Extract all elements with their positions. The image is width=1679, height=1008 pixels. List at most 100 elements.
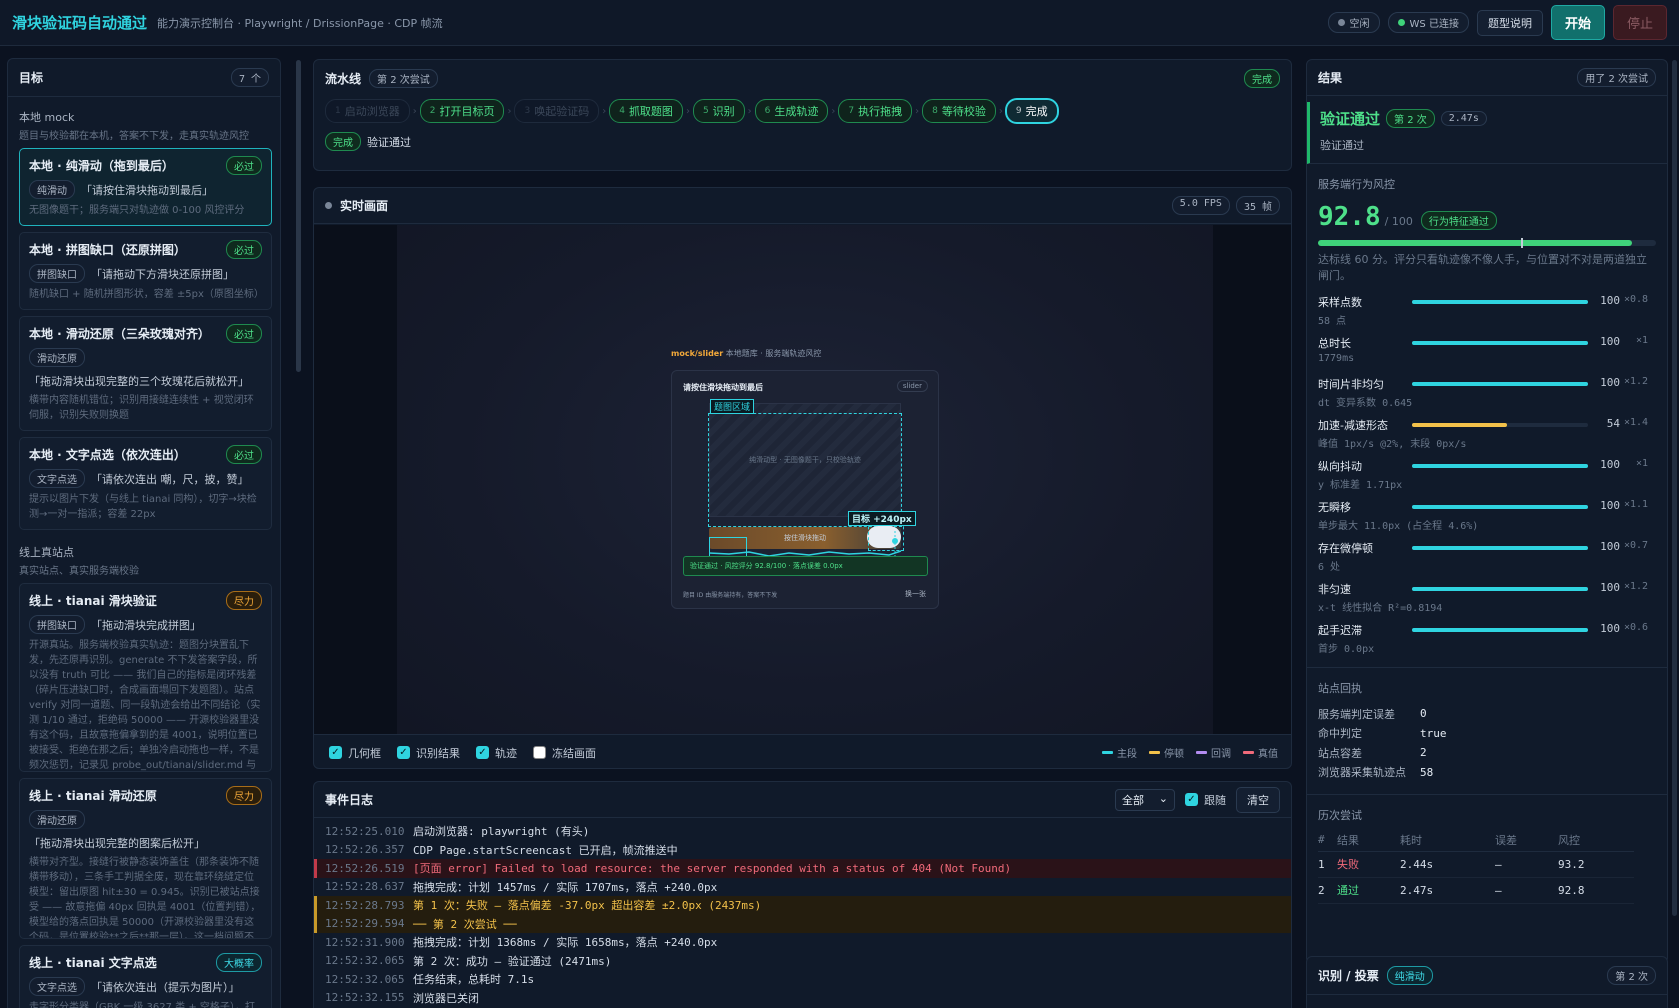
step-number: 5 [702, 106, 709, 116]
targets-count-badge: 7 个 [230, 68, 269, 87]
log-message: 拖拽完成：计划 1368ms / 实际 1658ms，落点 +240.0px [413, 936, 718, 950]
region-label: 题图区域 [710, 399, 755, 414]
log-filter-select[interactable]: 全部 ⌄ [1115, 788, 1175, 811]
log-row: 12:52:26.357 CDP Page.startScreencast 已开启… [314, 841, 1291, 860]
metric-row: 采样点数 58 点 100 ×0.8 [1318, 294, 1656, 331]
pipeline-step: 9 完成 [1005, 99, 1058, 123]
metric-value: 100 [1600, 458, 1620, 471]
check-icon: ✓ [1185, 793, 1198, 806]
target-card-local-restore[interactable]: 本地 · 滑动还原（三朵玫瑰对齐） 必过 滑动还原 「拖动滑块出现完整的三个玫瑰花后… [19, 316, 272, 431]
log-row: 12:52:29.594 ── 第 2 次尝试 ── [314, 914, 1291, 933]
metric-detail: dt 变异系数 0.645 [1318, 398, 1413, 409]
log-time: 12:52:32.155 [325, 991, 405, 1005]
start-button[interactable]: 开始 [1550, 5, 1605, 40]
overlay-toggle[interactable]: 冻结画面 [533, 745, 596, 761]
metric-bar [1412, 628, 1588, 632]
score-tag: 行为特征通过 [1420, 211, 1497, 230]
target-card-local-puzzle[interactable]: 本地 · 拼图缺口（还原拼图） 必过 拼图缺口 「请拖动下方滑块还原拼图」 随机缺口… [19, 232, 272, 310]
check-icon: ✓ [476, 746, 489, 759]
log-row: 12:52:28.793 第 1 次：失败 — 落点偏差 -37.0px 超出容差… [314, 896, 1291, 915]
log-row: 12:52:25.010 启动浏览器: playwright (有头) [314, 822, 1291, 841]
chevron-right-icon: › [831, 105, 836, 117]
badge-best-effort: 尽力 [226, 786, 262, 805]
results-panel: 结果 用了 2 次尝试 验证通过 第 2 次 2.47s 验证通过 服务端行为风… [1306, 59, 1668, 964]
log-row: 12:52:31.900 拖拽完成：计划 1368ms / 实际 1658ms，落… [314, 933, 1291, 952]
metric-bar [1412, 546, 1588, 550]
history-header-cell: 耗时 [1400, 829, 1495, 852]
event-log-list: 12:52:25.010 启动浏览器: playwright (有头) 12:52:… [314, 818, 1291, 1008]
metric-bar-fill [1412, 587, 1588, 591]
card-prompt: 「拖动滑块出现完整的三个玫瑰花后就松开」 [29, 375, 249, 388]
help-button[interactable]: 题型说明 [1476, 9, 1543, 36]
log-time: 12:52:28.637 [325, 880, 405, 894]
event-log-header: 事件日志 全部 ⌄ ✓ 跟随 清空 [314, 782, 1291, 818]
targets-panel: 目标 7 个 本地 mock 题目与校验都在本机，答案不下发，走真实轨迹风控 本地… [7, 58, 281, 1008]
attempt-badge: 第 2 次尝试 [369, 68, 438, 88]
overlay-toggle[interactable]: ✓ 几何框 [329, 745, 381, 761]
receipt-value: 2 [1420, 746, 1427, 760]
step-number: 2 [429, 106, 436, 116]
receipt-key: 命中判定 [1318, 727, 1362, 741]
log-time: 12:52:26.357 [325, 843, 405, 857]
result-tag: 完成 [325, 132, 361, 151]
overlay-toggle-label: 轨迹 [495, 746, 517, 760]
frames-badge: 35 帧 [1235, 196, 1280, 215]
card-prompt: 「请按住滑块拖动到最后」 [81, 183, 213, 197]
legend-label: 主段 [1117, 749, 1137, 760]
log-message: ── 第 2 次尝试 ── [413, 917, 517, 931]
overlay-toggle[interactable]: ✓ 轨迹 [476, 745, 517, 761]
legend-swatch [1243, 751, 1254, 754]
badge-pass: 必过 [226, 445, 262, 464]
receipt-row: 浏览器采集轨迹点 58 [1318, 763, 1656, 783]
card-desc: 开源真站。服务端校验真实轨迹：题图分块置乱下发，先还原再识别。generate … [29, 640, 261, 771]
follow-checkbox[interactable]: ✓ 跟随 [1185, 792, 1226, 808]
metric-weight: ×1 [1635, 335, 1648, 346]
receipt-key: 站点容差 [1318, 746, 1362, 760]
metric-bar-fill [1412, 505, 1588, 509]
chevron-down-icon: ⌄ [1158, 791, 1168, 805]
score-row: 92.8 / 100 行为特征通过 [1318, 202, 1656, 232]
history-row: 1 失败 2.44s —93.2 [1318, 851, 1634, 878]
score-bar-fill [1318, 240, 1632, 246]
pipeline-step: 2 打开目标页 [419, 99, 505, 123]
target-card-online-click[interactable]: 线上 · tianai 文字点选 大概率 文字点选 「请依次连出（提示为图片）」 走… [19, 945, 272, 1008]
legend-item: 停顿 [1149, 745, 1184, 760]
live-screen: mock/slider 本地题库 · 服务端轨迹风控 请按住滑块拖动到最后 sl… [314, 225, 1291, 734]
step-label: 生成轨迹 [774, 105, 819, 118]
clear-log-button[interactable]: 清空 [1236, 786, 1280, 813]
target-card-local-click[interactable]: 本地 · 文字点选（依次连出） 必过 文字点选 「请依次连出 嘲，尺，披，赞」 提示… [19, 437, 272, 530]
results-scrollbar[interactable] [1672, 60, 1677, 916]
targets-scrollbar[interactable] [296, 60, 301, 372]
vote-type-tag: 纯滑动 [1386, 966, 1433, 985]
app-title: 滑块验证码自动通过 [12, 14, 148, 32]
stop-button[interactable]: 停止 [1612, 5, 1667, 40]
history-cell-risk: 93.2 [1558, 851, 1634, 878]
log-time: 12:52:28.793 [325, 898, 405, 912]
overlay-toggle[interactable]: ✓ 识别结果 [397, 745, 460, 761]
top-bar-actions: 空闲 WS 已连接 题型说明 开始 停止 [1327, 5, 1667, 40]
metric-weight: ×1 [1635, 458, 1648, 469]
score-note: 达标线 60 分。评分只看轨迹像不像人手，与位置对不对是两道独立闸门。 [1318, 253, 1647, 282]
targets-header: 目标 7 个 [8, 59, 280, 97]
score-bar [1318, 238, 1656, 248]
metric-row: 非匀速 x-t 线性拟合 R²=0.8194 100 ×1.2 [1318, 581, 1656, 618]
pipeline-steps: 1 启动浏览器 › 2 打开目标页 › 3 唤起验证码 › 4 抓取题图 › 5 识别 › 6 生成轨迹 › 7 执行… [314, 96, 1291, 126]
metric-value: 100 [1600, 294, 1620, 307]
log-message: 第 1 次：失败 — 落点偏差 -37.0px 超出容差 ±2.0px (243… [413, 899, 762, 913]
log-time: 12:52:32.065 [325, 972, 405, 986]
log-message: 拖拽完成：计划 1457ms / 实际 1707ms，落点 +240.0px [413, 880, 718, 894]
legend-label: 真值 [1258, 749, 1278, 760]
receipt-label: 站点回执 [1318, 682, 1362, 695]
step-label: 打开目标页 [439, 105, 495, 118]
card-prompt: 「拖动滑块出现完整的图案后松开」 [29, 837, 205, 850]
refresh-link[interactable]: 换一张 [905, 589, 926, 599]
metric-bar [1412, 505, 1588, 509]
metric-bar-fill [1412, 382, 1588, 386]
history-header-cell: 结果 [1336, 829, 1401, 852]
target-card-online-restore[interactable]: 线上 · tianai 滑动还原 尽力 滑动还原 「拖动滑块出现完整的图案后松开」 … [19, 778, 272, 939]
target-card-local-slide[interactable]: 本地 · 纯滑动（拖到最后） 必过 纯滑动 「请按住滑块拖动到最后」 无图像题干；服… [19, 148, 272, 226]
target-card-online-slider[interactable]: 线上 · tianai 滑块验证 尽力 拼图缺口 「拖动滑块完成拼图」 开源真站。服… [19, 583, 272, 772]
metric-name: 无瞬移 [1318, 501, 1351, 514]
pipeline-step: 3 唤起验证码 [514, 99, 600, 123]
receipt-section: 站点回执 服务端判定误差 0 命中判定 true 站点容差 2 浏览器采集轨迹点 58 [1307, 667, 1667, 782]
